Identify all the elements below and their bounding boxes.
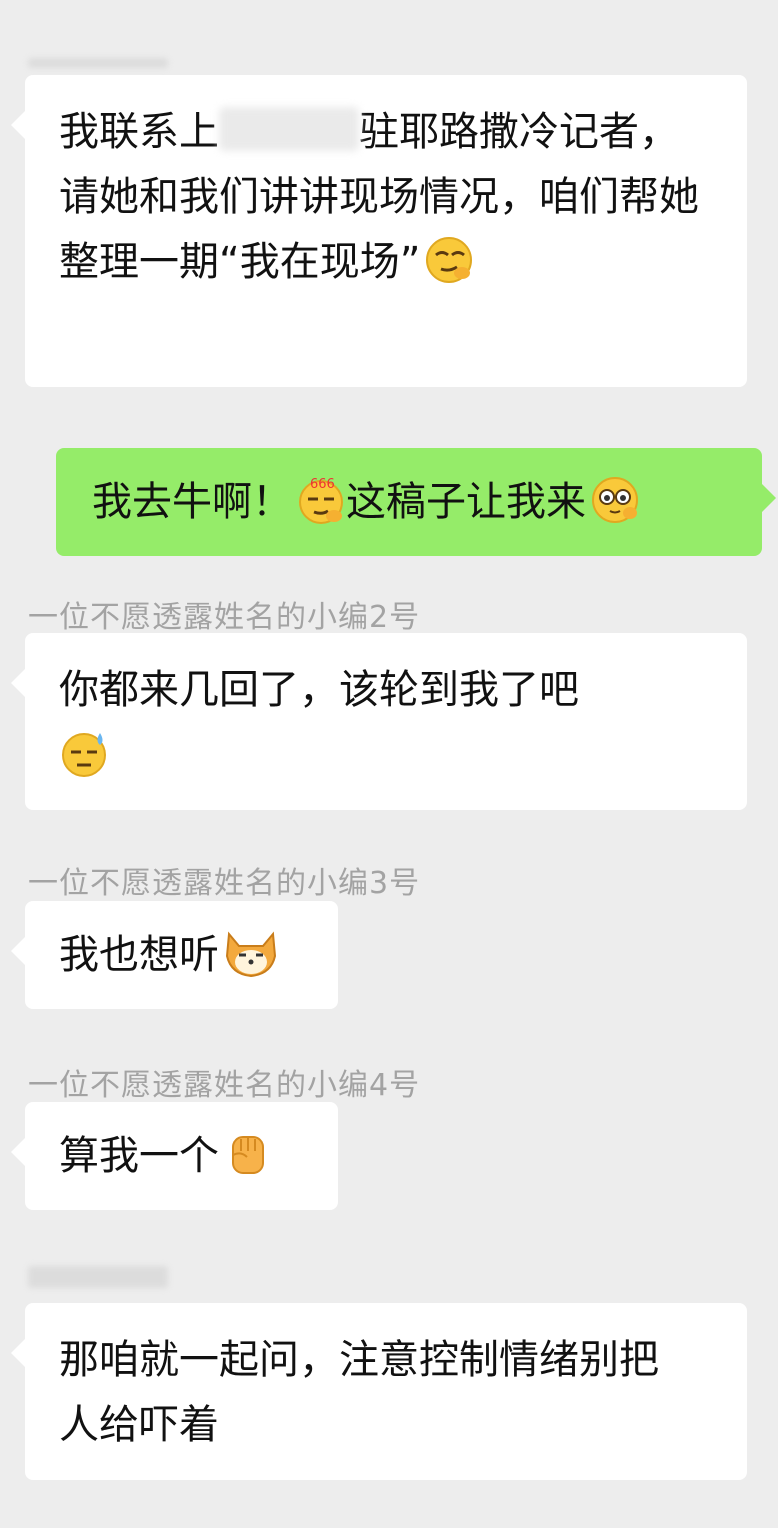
smirk-face-icon [424, 235, 474, 285]
message-bubble-6[interactable]: 那咱就一起问，注意控制情绪别把人给吓着 [11, 1303, 747, 1480]
message-text: 算我一个 [59, 1133, 219, 1179]
message-bubble-1[interactable]: 我联系上 驻耶路撒冷记者，请她和我们讲讲现场情况，咱们帮她整理一期“我在现场” [11, 75, 747, 387]
666-smirk-icon: 666 [296, 475, 346, 525]
redacted-text [219, 107, 359, 151]
message-text: 这稿子让我来 [346, 479, 586, 525]
sender-name: 一位不愿透露姓名的小编4号 [28, 1068, 421, 1103]
raised-fist-icon [223, 1129, 273, 1179]
message-bubble-3[interactable]: 你都来几回了，该轮到我了吧 [11, 633, 747, 810]
shiba-dog-icon [223, 928, 277, 978]
message-bubble-4[interactable]: 我也想听 [11, 901, 338, 1009]
redacted-sender-name [28, 1266, 168, 1288]
message-text: 我也想听 [59, 932, 219, 978]
message-text: 你都来几回了，该轮到我了吧 [59, 667, 579, 713]
sender-name: 一位不愿透露姓名的小编2号 [28, 600, 421, 635]
message-bubble-5[interactable]: 算我一个 [11, 1102, 338, 1210]
message-text: 我去牛啊！ [92, 479, 292, 525]
sender-name: 一位不愿透露姓名的小编3号 [28, 866, 421, 901]
message-bubble-2[interactable]: 我去牛啊！ 666 这稿子让我来 [56, 448, 776, 556]
message-text: 我联系上 [59, 109, 219, 155]
redacted-sender-name [28, 58, 168, 68]
svg-text:666: 666 [310, 477, 335, 492]
message-text: 那咱就一起问，注意控制情绪别把人给吓着 [59, 1337, 659, 1448]
sweat-face-icon [59, 728, 109, 778]
pleading-face-icon [590, 475, 640, 525]
